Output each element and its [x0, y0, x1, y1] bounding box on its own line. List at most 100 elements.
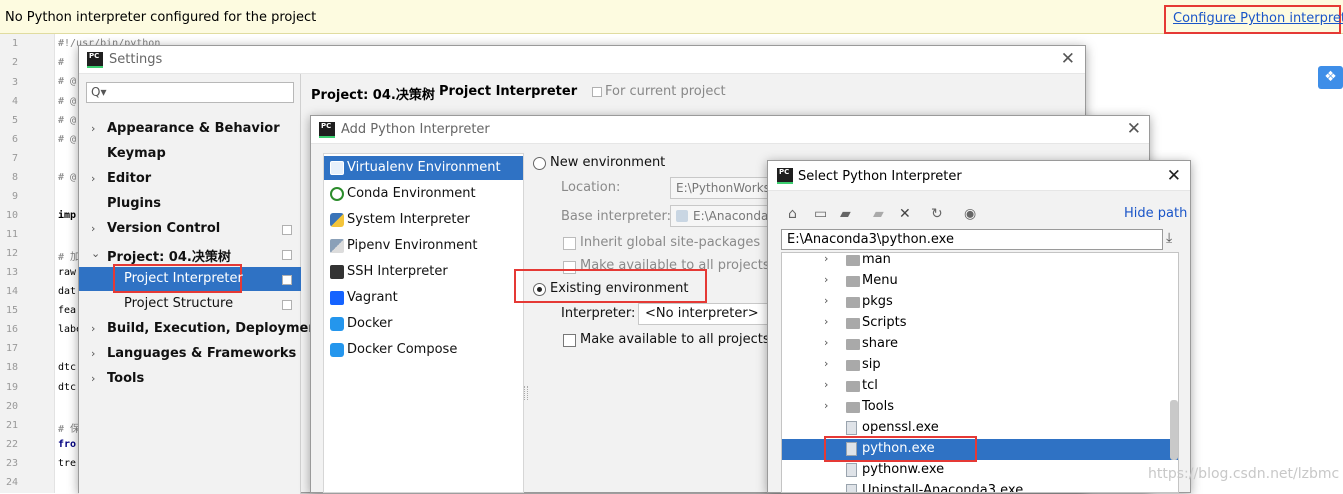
line-number: 1 — [11, 38, 18, 49]
path-input[interactable]: E:\Anaconda3\python.exe — [781, 229, 1163, 250]
interpreter-type-item[interactable]: Docker Compose — [347, 342, 457, 357]
nav-item[interactable]: Editor — [107, 171, 151, 186]
interpreter-type-item[interactable]: Virtualenv Environment — [347, 160, 501, 175]
download-icon[interactable]: ⤓ — [1166, 230, 1172, 246]
interpreter-dropdown[interactable]: <No interpreter> — [638, 303, 770, 325]
inherit-packages-checkbox[interactable] — [563, 237, 576, 250]
tree-scrollbar[interactable] — [1170, 400, 1178, 460]
location-field[interactable]: E:\PythonWorks — [670, 177, 770, 199]
code-line: dtc — [58, 382, 77, 393]
desktop-icon[interactable]: ▭ — [814, 206, 827, 222]
no-interpreter-banner: No Python interpreter configured for the… — [0, 0, 1343, 34]
close-icon[interactable]: ✕ — [1127, 119, 1141, 139]
line-number: 15 — [5, 305, 18, 316]
base-interpreter-field[interactable]: E:\Anaconda — [670, 205, 770, 227]
nav-item[interactable]: Project: 04.决策树 — [107, 246, 231, 265]
line-number: 8 — [11, 172, 18, 183]
chevron-right-icon[interactable]: › — [824, 357, 828, 370]
tree-row[interactable]: › man — [782, 252, 1178, 271]
chevron-right-icon[interactable]: › — [91, 322, 95, 335]
project-folder-icon[interactable]: ▰ — [840, 206, 851, 222]
pipenv-icon — [330, 239, 344, 253]
settings-titlebar: PC Settings ✕ — [79, 46, 1085, 74]
chevron-right-icon[interactable]: › — [824, 294, 828, 307]
tree-row[interactable]: › Menu — [782, 271, 1178, 292]
breadcrumb-page: Project Interpreter — [439, 84, 578, 99]
tree-row[interactable]: pythonw.exe — [782, 460, 1178, 481]
pycharm-logo-icon: PC — [87, 52, 103, 68]
tree-item-name: man — [862, 252, 891, 267]
chevron-right-icon[interactable]: › — [824, 315, 828, 328]
interpreter-type-item[interactable]: Vagrant — [347, 290, 398, 305]
tree-row[interactable]: › share — [782, 334, 1178, 355]
nav-item[interactable]: Build, Execution, Deployment — [107, 321, 324, 336]
line-number: 6 — [11, 134, 18, 145]
select-interpreter-title: Select Python Interpreter — [798, 169, 962, 184]
folder-icon — [846, 360, 860, 371]
settings-search-input[interactable]: Q▾ — [86, 82, 294, 103]
tree-row[interactable]: › Scripts — [782, 313, 1178, 334]
chevron-right-icon[interactable]: › — [824, 336, 828, 349]
show-hidden-icon[interactable]: ◉ — [964, 206, 976, 222]
folder-icon — [846, 297, 860, 308]
chevron-right-icon[interactable]: › — [824, 253, 828, 265]
nav-item[interactable]: Version Control — [107, 221, 220, 236]
close-icon[interactable]: ✕ — [1167, 166, 1181, 186]
interpreter-type-item[interactable]: System Interpreter — [347, 212, 470, 227]
make-available-existing-checkbox[interactable] — [563, 334, 576, 347]
close-icon[interactable]: ✕ — [1061, 49, 1075, 69]
new-folder-icon[interactable]: ▰ — [873, 206, 884, 222]
breadcrumb-scope: For current project — [605, 84, 726, 99]
interpreter-type-item[interactable]: Docker — [347, 316, 393, 331]
nav-item[interactable]: Project Structure — [124, 296, 233, 311]
chevron-right-icon[interactable]: › — [824, 399, 828, 412]
chevron-right-icon[interactable]: › — [824, 273, 828, 286]
tree-row[interactable]: › sip — [782, 355, 1178, 376]
tree-item-name: pythonw.exe — [862, 462, 945, 477]
configure-interpreter-link[interactable]: Configure Python interpreter — [1164, 5, 1343, 34]
tree-row[interactable]: › Tools — [782, 397, 1178, 418]
existing-environment-highlight — [514, 269, 707, 303]
chevron-right-icon[interactable]: › — [824, 378, 828, 391]
code-line: # @ — [58, 76, 77, 87]
interpreter-type-item[interactable]: Pipenv Environment — [347, 238, 478, 253]
nav-item[interactable]: Project Interpreter — [124, 271, 243, 286]
tree-row[interactable]: › tcl — [782, 376, 1178, 397]
interpreter-type-item[interactable]: Conda Environment — [347, 186, 476, 201]
add-interpreter-title: Add Python Interpreter — [341, 122, 490, 137]
tree-row[interactable]: Uninstall-Anaconda3.exe — [782, 481, 1178, 492]
chevron-right-icon[interactable]: › — [91, 122, 95, 135]
tree-row[interactable]: › pkgs — [782, 292, 1178, 313]
terminal-icon — [330, 265, 344, 279]
new-environment-radio[interactable] — [533, 157, 546, 170]
refresh-icon[interactable]: ↻ — [931, 206, 943, 222]
chevron-right-icon[interactable]: › — [91, 222, 95, 235]
base-interpreter-label: Base interpreter: — [561, 209, 671, 224]
interpreter-type-item[interactable]: SSH Interpreter — [347, 264, 448, 279]
nav-item[interactable]: Languages & Frameworks — [107, 346, 296, 361]
nav-item[interactable]: Plugins — [107, 196, 161, 211]
pycharm-logo-icon: PC — [777, 168, 793, 184]
nav-item[interactable]: Tools — [107, 371, 144, 386]
copy-icon — [282, 225, 292, 235]
delete-icon[interactable]: ✕ — [899, 206, 911, 222]
line-number: 11 — [5, 229, 18, 240]
hide-path-link[interactable]: Hide path — [1124, 206, 1187, 221]
inherit-packages-label: Inherit global site-packages — [580, 235, 761, 250]
home-icon[interactable]: ⌂ — [788, 206, 797, 222]
docker-icon — [330, 317, 344, 331]
nav-item[interactable]: Keymap — [107, 146, 166, 161]
chevron-right-icon[interactable]: › — [91, 347, 95, 360]
tree-item-name: sip — [862, 357, 881, 372]
nav-item[interactable]: Appearance & Behavior — [107, 121, 280, 136]
chevron-down-icon[interactable]: ⌄ — [91, 247, 100, 260]
breadcrumb-project[interactable]: Project: 04.决策树 — [311, 84, 435, 103]
line-number: 7 — [11, 153, 18, 164]
line-number: 2 — [11, 57, 18, 68]
chevron-right-icon[interactable]: › — [91, 172, 95, 185]
line-number: 17 — [5, 343, 18, 354]
splitter-handle[interactable] — [524, 386, 528, 400]
chevron-right-icon[interactable]: › — [91, 372, 95, 385]
code-line: fro — [58, 439, 77, 450]
cloud-sync-icon[interactable]: ❖ — [1318, 66, 1343, 89]
